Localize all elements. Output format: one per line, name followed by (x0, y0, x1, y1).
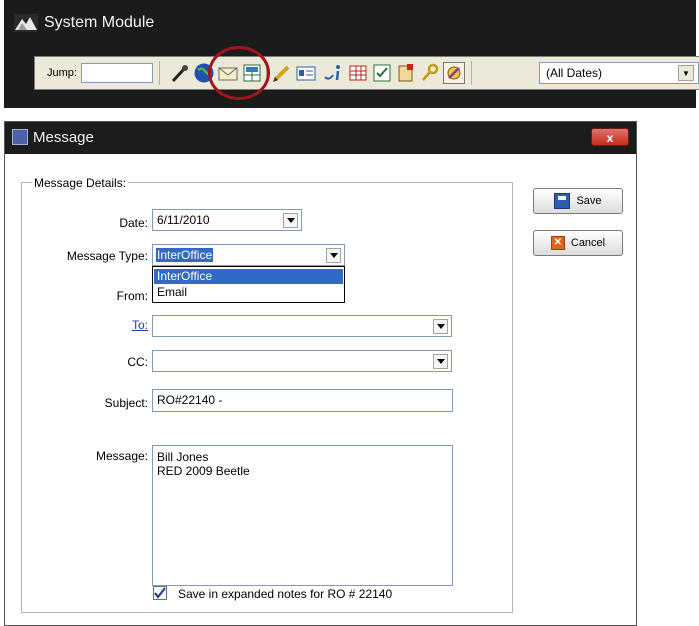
info-icon[interactable] (323, 62, 345, 84)
cancel-x-icon: ✕ (550, 236, 565, 250)
window-edge (4, 62, 12, 92)
date-field[interactable]: 6/11/2010 (152, 209, 302, 231)
save-button[interactable]: Save (533, 188, 623, 214)
from-label: From: (116, 289, 148, 303)
jump-input[interactable] (81, 63, 153, 83)
group-title: Message Details: (32, 176, 129, 190)
dropdown-arrow-icon[interactable] (433, 354, 448, 369)
toolbar-separator (471, 61, 472, 85)
to-link[interactable]: To: (90, 318, 148, 332)
close-button[interactable]: x (591, 128, 629, 146)
cc-field[interactable] (152, 350, 452, 372)
toolbar-separator (159, 61, 160, 85)
subject-value: RO#22140 - (157, 393, 223, 407)
card-icon[interactable] (295, 62, 317, 84)
dropdown-arrow-icon[interactable] (326, 248, 341, 263)
checkmark-icon (154, 587, 166, 599)
message-label: Message: (95, 449, 148, 463)
dialog-title: Message (33, 129, 94, 146)
message-type-label: Message Type: (66, 249, 148, 263)
date-value: 6/11/2010 (157, 213, 210, 227)
pencil-icon[interactable] (271, 62, 293, 84)
dropdown-arrow-icon[interactable] (283, 213, 298, 228)
date-label: Date: (119, 216, 148, 230)
save-expanded-label: Save in expanded notes for RO # 22140 (178, 587, 393, 601)
message-textarea[interactable]: Bill Jones RED 2009 Beetle (152, 445, 453, 586)
dropdown-arrow-icon[interactable]: ▼ (678, 65, 694, 81)
jump-label: Jump: (47, 67, 77, 79)
clipboard-icon[interactable] (395, 62, 417, 84)
option-interoffice[interactable]: InterOffice (154, 269, 343, 284)
checklist-icon[interactable] (371, 62, 393, 84)
key-icon[interactable] (419, 62, 441, 84)
highlight-circle (208, 46, 270, 100)
cc-label: CC: (127, 355, 148, 369)
cancel-button[interactable]: ✕ Cancel (533, 230, 623, 256)
message-line: Bill Jones (157, 450, 209, 464)
date-filter-value: (All Dates) (546, 66, 603, 80)
subject-label: Subject: (104, 396, 148, 410)
option-email[interactable]: Email (154, 285, 343, 300)
subject-input[interactable]: RO#22140 - (152, 389, 453, 412)
tools-icon[interactable] (443, 62, 465, 84)
system-module-title: System Module (44, 14, 155, 31)
system-module-titlebar: System Module (14, 6, 154, 40)
save-button-label: Save (576, 195, 602, 207)
system-toolbar: Jump: (All Dates) ▼ (34, 56, 699, 90)
cancel-button-label: Cancel (570, 237, 606, 249)
message-line: RED 2009 Beetle (157, 464, 250, 478)
pen-icon[interactable] (169, 62, 191, 84)
to-field[interactable] (152, 315, 452, 337)
message-type-listbox: InterOffice Email (152, 266, 345, 303)
mountain-icon (14, 14, 38, 32)
date-filter-select[interactable]: (All Dates) ▼ (539, 62, 699, 84)
save-expanded-checkbox[interactable] (153, 586, 167, 600)
dropdown-arrow-icon[interactable] (433, 319, 448, 334)
grid-icon[interactable] (347, 62, 369, 84)
floppy-disk-icon (554, 193, 571, 209)
dialog-titlebar: Message x (5, 122, 636, 154)
message-type-value: InterOffice (156, 248, 214, 262)
window-icon (12, 129, 28, 145)
message-type-select[interactable]: InterOffice (152, 244, 345, 266)
